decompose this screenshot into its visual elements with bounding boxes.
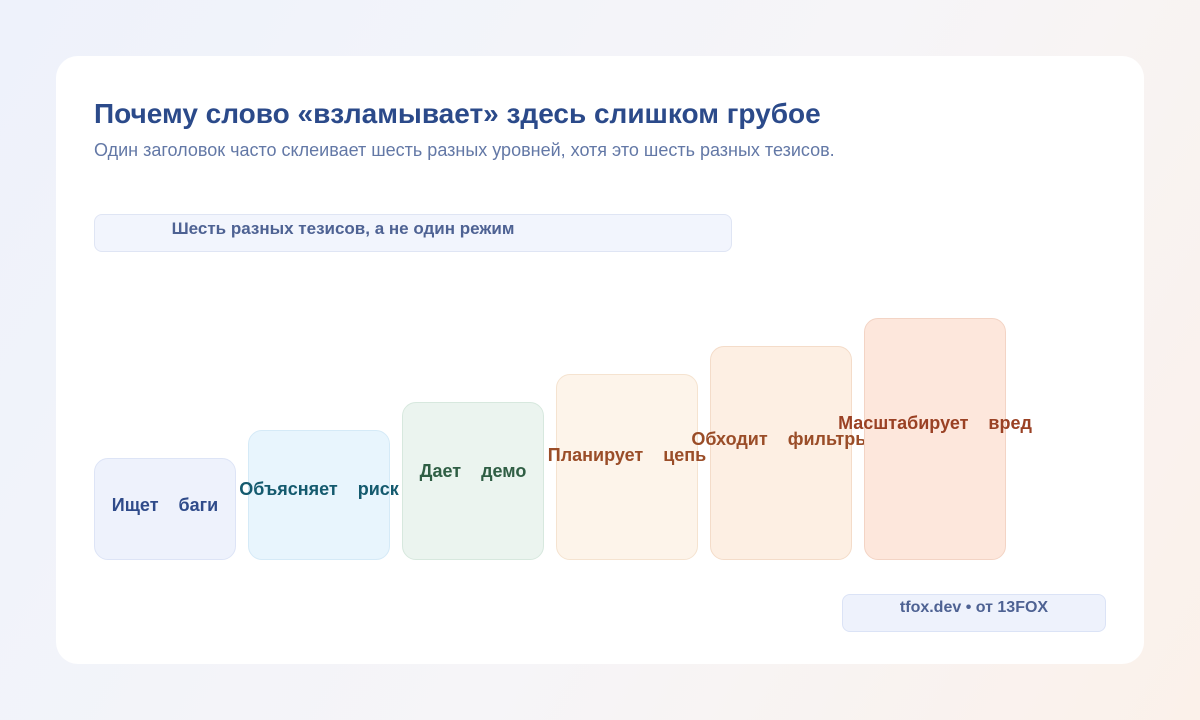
main-card: Почему слово «взламывает» здесь слишком … (56, 56, 1144, 664)
step-1-label: Ищет баги (111, 495, 219, 515)
step-6-label: Масштабирует вред (838, 413, 1032, 433)
step-4-label: Планирует цепь (547, 445, 707, 465)
step-2-box: Объясняет риск (239, 430, 399, 560)
page-subtitle: Один заголовок часто склеивает шесть раз… (94, 140, 835, 160)
step-3-label: Дает демо (419, 461, 527, 481)
section-banner: Шесть разных тезисов, а не один режим (94, 214, 732, 252)
step-1-box: Ищет баги (94, 458, 236, 560)
step-4-box: Планирует цепь (548, 374, 706, 560)
step-3-box: Дает демо (402, 402, 544, 560)
credit-badge: tfox.dev • от 13FOX (842, 594, 1106, 632)
step-2-label: Объясняет риск (239, 479, 399, 499)
section-banner-label: Шесть разных тезисов, а не один режим (171, 219, 515, 238)
credit-label: tfox.dev • от 13FOX (899, 599, 1049, 616)
page-title: Почему слово «взламывает» здесь слишком … (94, 98, 821, 129)
step-6-box: Масштабирует вред (838, 318, 1032, 560)
step-5-box: Обходит фильтры (691, 346, 871, 560)
